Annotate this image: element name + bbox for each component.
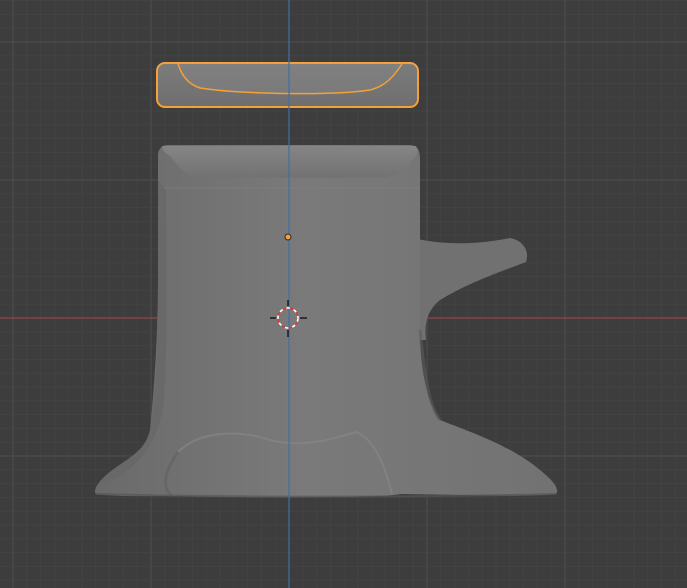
3d-viewport[interactable] xyxy=(0,0,687,588)
object-origin-icon[interactable] xyxy=(284,233,292,241)
stump-lid[interactable] xyxy=(156,62,419,108)
lid-inner-edge xyxy=(177,63,403,95)
viewport-canvas[interactable] xyxy=(0,0,687,588)
stump-trunk[interactable] xyxy=(94,145,558,498)
